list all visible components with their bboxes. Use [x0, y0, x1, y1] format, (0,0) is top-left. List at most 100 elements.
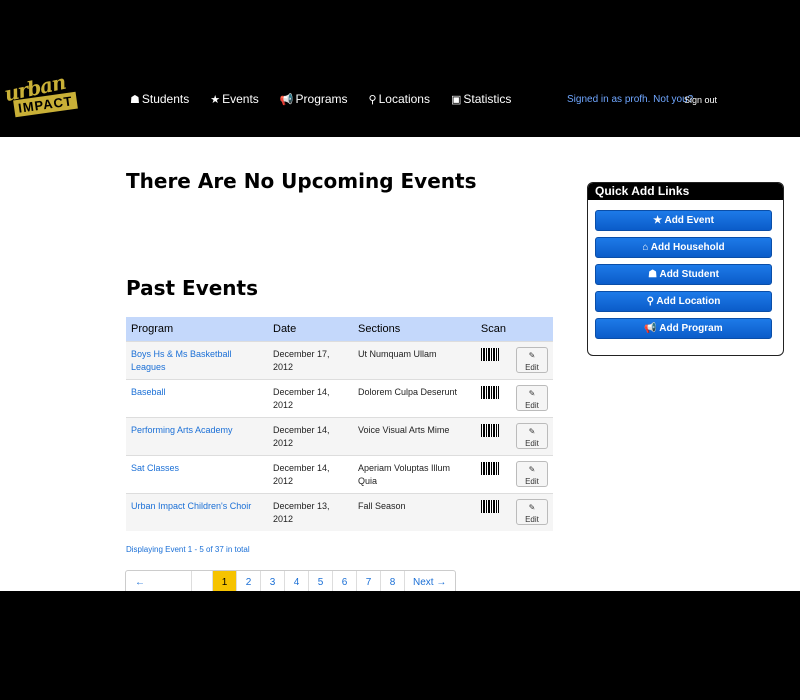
- home-icon: ⌂: [642, 242, 649, 253]
- add-student-button[interactable]: ☗ Add Student: [595, 264, 772, 285]
- table-row: Baseball December 14, 2012 Dolorem Culpa…: [126, 378, 553, 417]
- edit-button[interactable]: ✎ Edit: [516, 384, 548, 411]
- column-header-date: Date: [268, 317, 353, 341]
- main-content: There Are No Upcoming Events Past Events…: [0, 137, 800, 591]
- program-link[interactable]: Baseball: [131, 387, 166, 397]
- upcoming-events-heading: There Are No Upcoming Events: [126, 169, 477, 193]
- nav-item-locations[interactable]: ⚲ Locations: [369, 92, 430, 106]
- edit-icon: ✎: [528, 464, 536, 474]
- nav-item-label: Programs: [295, 92, 348, 106]
- nav-item-students[interactable]: ☗ Students: [130, 92, 189, 106]
- nav-item-programs[interactable]: 📢 Programs: [280, 92, 348, 106]
- add-household-button[interactable]: ⌂ Add Household: [595, 237, 772, 258]
- edit-label: Edit: [525, 476, 539, 486]
- sign-out-link[interactable]: Sign out: [684, 95, 717, 105]
- event-date: December 14, 2012: [268, 416, 353, 455]
- barcode-icon[interactable]: [480, 423, 499, 437]
- event-sections: Voice Visual Arts Mime: [353, 416, 476, 455]
- megaphone-icon: 📢: [644, 323, 657, 334]
- event-date: December 13, 2012: [268, 492, 353, 531]
- page: urban IMPACT ☗ Students ★ Events 📢 Progr…: [0, 0, 800, 700]
- map-marker-icon: ⚲: [368, 93, 377, 106]
- page-link-5[interactable]: 5: [309, 571, 333, 591]
- program-link[interactable]: Performing Arts Academy: [131, 425, 233, 435]
- nav-item-statistics[interactable]: ▣ Statistics: [451, 92, 511, 106]
- barcode-icon[interactable]: [480, 461, 499, 475]
- page-link-3[interactable]: 3: [261, 571, 285, 591]
- program-link[interactable]: Boys Hs & Ms Basketball Leagues: [131, 349, 232, 372]
- edit-icon: ✎: [528, 388, 536, 398]
- event-sections: Fall Season: [353, 492, 476, 531]
- edit-button[interactable]: ✎ Edit: [516, 460, 548, 487]
- person-icon: ☗: [648, 269, 658, 280]
- table-header-row: Program Date Sections Scan: [126, 317, 553, 341]
- edit-label: Edit: [525, 400, 539, 410]
- edit-label: Edit: [525, 514, 539, 524]
- barcode-icon[interactable]: [480, 347, 499, 361]
- page-link-2[interactable]: 2: [237, 571, 261, 591]
- top-navbar: urban IMPACT ☗ Students ★ Events 📢 Progr…: [0, 0, 800, 137]
- nav-item-label: Events: [222, 92, 259, 106]
- edit-button[interactable]: ✎ Edit: [516, 498, 548, 525]
- table-row: Performing Arts Academy December 14, 201…: [126, 416, 553, 455]
- nav-item-label: Locations: [378, 92, 430, 106]
- column-header-scan: Scan: [475, 317, 511, 341]
- main-nav: ☗ Students ★ Events 📢 Programs ⚲ Locatio…: [130, 92, 532, 106]
- page-link-7[interactable]: 7: [357, 571, 381, 591]
- star-icon: ★: [210, 93, 221, 106]
- page-link-8[interactable]: 8: [381, 571, 405, 591]
- signed-in-text: Signed in as profh. Not you?: [567, 94, 694, 105]
- event-date: December 14, 2012: [268, 378, 353, 417]
- barcode-icon[interactable]: [480, 499, 499, 513]
- edit-label: Edit: [525, 438, 539, 448]
- person-icon: ☗: [130, 93, 140, 106]
- event-date: December 14, 2012: [268, 454, 353, 493]
- quick-add-panel: Quick Add Links ★ Add Event ⌂ Add Househ…: [587, 182, 784, 356]
- column-header-actions: [511, 317, 553, 341]
- edit-icon: ✎: [528, 350, 536, 360]
- edit-button[interactable]: ✎ Edit: [516, 346, 548, 373]
- event-sections: Dolorem Culpa Deserunt: [353, 378, 476, 417]
- pagination-gap: [192, 571, 213, 591]
- column-header-program: Program: [126, 317, 268, 341]
- event-sections: Ut Numquam Ullam: [353, 340, 476, 379]
- quick-add-title: Quick Add Links: [588, 183, 783, 200]
- past-events-heading: Past Events: [126, 276, 259, 300]
- page-link-6[interactable]: 6: [333, 571, 357, 591]
- edit-icon: ✎: [528, 502, 536, 512]
- page-link-1[interactable]: 1: [213, 571, 237, 591]
- next-page-link[interactable]: Next →: [405, 571, 455, 591]
- megaphone-icon: 📢: [279, 93, 294, 106]
- edit-icon: ✎: [528, 426, 536, 436]
- previous-page-link[interactable]: ← Previous: [126, 571, 192, 591]
- edit-button[interactable]: ✎ Edit: [516, 422, 548, 449]
- page-link-4[interactable]: 4: [285, 571, 309, 591]
- nav-item-label: Statistics: [463, 92, 512, 106]
- table-row: Sat Classes December 14, 2012 Aperiam Vo…: [126, 454, 553, 493]
- add-event-button[interactable]: ★ Add Event: [595, 210, 772, 231]
- table-row: Urban Impact Children's Choir December 1…: [126, 492, 553, 531]
- button-label: Add Event: [664, 215, 714, 226]
- nav-item-events[interactable]: ★ Events: [210, 92, 259, 106]
- barcode-icon[interactable]: [480, 385, 499, 399]
- event-sections: Aperiam Voluptas Illum Quia: [353, 454, 476, 493]
- column-header-sections: Sections: [353, 317, 476, 341]
- table-row: Boys Hs & Ms Basketball Leagues December…: [126, 340, 553, 379]
- button-label: Add Student: [659, 269, 719, 280]
- picture-icon: ▣: [450, 93, 462, 106]
- button-label: Add Program: [659, 323, 723, 334]
- button-label: Add Location: [656, 296, 721, 307]
- edit-label: Edit: [525, 362, 539, 372]
- pagination: ← Previous 1 2 3 4 5 6 7 8 Next →: [125, 570, 456, 591]
- program-link[interactable]: Sat Classes: [131, 463, 179, 473]
- program-link[interactable]: Urban Impact Children's Choir: [131, 501, 251, 511]
- add-program-button[interactable]: 📢 Add Program: [595, 318, 772, 339]
- add-location-button[interactable]: ⚲ Add Location: [595, 291, 772, 312]
- map-marker-icon: ⚲: [646, 296, 654, 307]
- pagination-summary: Displaying Event 1 - 5 of 37 in total: [126, 545, 250, 554]
- urban-impact-logo[interactable]: urban IMPACT: [2, 70, 78, 124]
- star-icon: ★: [653, 215, 663, 226]
- event-date: December 17, 2012: [268, 340, 353, 379]
- button-label: Add Household: [650, 242, 725, 253]
- nav-item-label: Students: [141, 92, 190, 106]
